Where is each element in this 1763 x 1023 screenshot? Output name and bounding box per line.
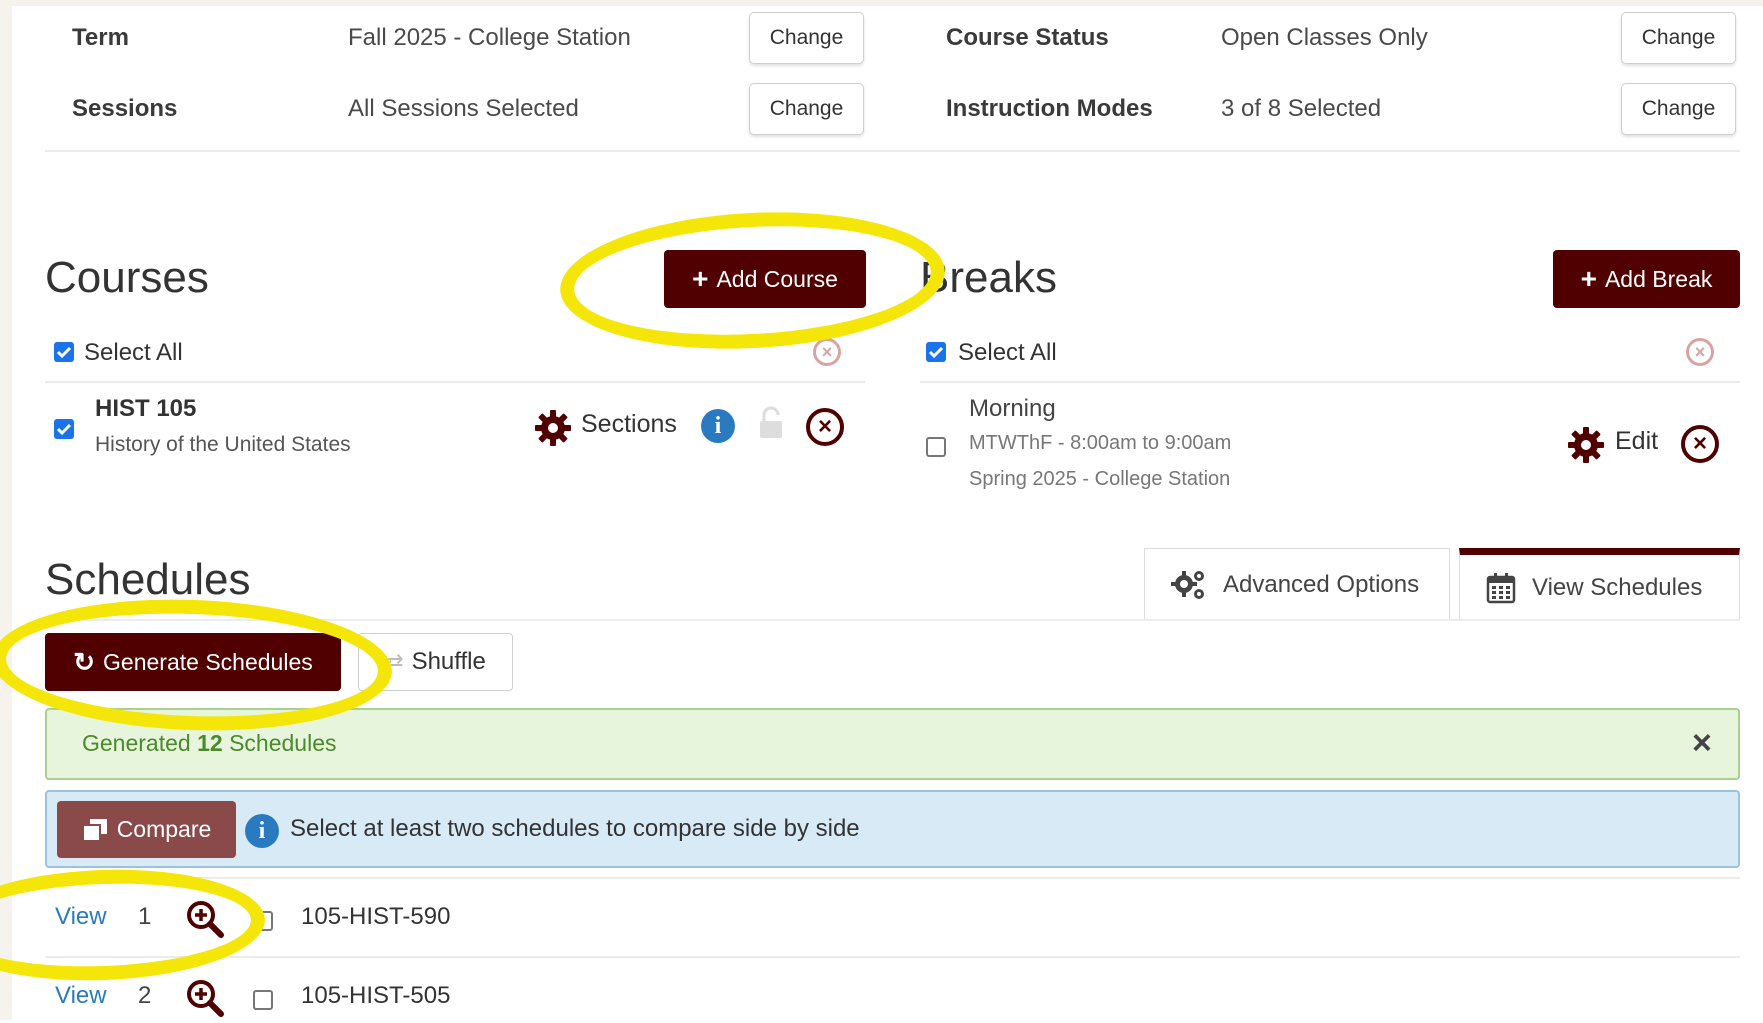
schedule-compare-checkbox[interactable] bbox=[253, 911, 273, 931]
breaks-select-all-checkbox[interactable] bbox=[926, 342, 946, 362]
compare-button[interactable]: Compare bbox=[57, 801, 236, 858]
tab-advanced-options[interactable]: Advanced Options bbox=[1144, 548, 1450, 620]
info-icon[interactable]: i bbox=[701, 409, 735, 443]
schedule-compare-checkbox[interactable] bbox=[253, 990, 273, 1010]
courses-select-all-checkbox[interactable] bbox=[54, 342, 74, 362]
gears-icon bbox=[1171, 569, 1207, 601]
close-alert-icon[interactable]: × bbox=[1692, 724, 1712, 763]
course-code: HIST 105 bbox=[95, 395, 197, 422]
breaks-title: Breaks bbox=[920, 253, 1057, 302]
success-alert: Generated 12 Schedules × bbox=[45, 708, 1740, 780]
add-break-button[interactable]: + Add Break bbox=[1553, 250, 1740, 308]
calendar-icon bbox=[1486, 572, 1516, 604]
course-status-label: Course Status bbox=[946, 24, 1109, 51]
term-value: Fall 2025 - College Station bbox=[348, 24, 631, 51]
generate-schedules-button[interactable]: ↻ Generate Schedules bbox=[45, 633, 341, 691]
break-time: MTWThF - 8:00am to 9:00am bbox=[969, 432, 1232, 454]
generate-schedules-label: Generate Schedules bbox=[103, 648, 313, 675]
course-status-value: Open Classes Only bbox=[1221, 24, 1428, 51]
change-course-status-button[interactable]: Change bbox=[1621, 12, 1736, 64]
schedule-number: 1 bbox=[138, 903, 152, 930]
highlight-view-row bbox=[0, 864, 267, 986]
page-frame-top bbox=[0, 0, 1763, 6]
term-label: Term bbox=[72, 24, 129, 51]
courses-select-all-label: Select All bbox=[84, 339, 183, 366]
change-sessions-button[interactable]: Change bbox=[749, 83, 864, 135]
plus-icon: + bbox=[692, 263, 709, 294]
gear-icon[interactable] bbox=[533, 408, 573, 448]
zoom-in-icon[interactable] bbox=[185, 978, 225, 1018]
schedule-name: 105-HIST-505 bbox=[301, 982, 451, 1009]
row-divider bbox=[45, 956, 1740, 958]
break-checkbox[interactable] bbox=[926, 437, 946, 457]
shuffle-button[interactable]: ⇄ Shuffle bbox=[358, 633, 513, 691]
shuffle-label: Shuffle bbox=[411, 648, 486, 675]
course-checkbox[interactable] bbox=[54, 419, 74, 439]
tabs-divider bbox=[45, 619, 1740, 621]
compare-info-bar: Compare i Select at least two schedules … bbox=[45, 790, 1740, 868]
break-term: Spring 2025 - College Station bbox=[969, 468, 1231, 490]
shuffle-icon: ⇄ bbox=[385, 649, 404, 674]
tab-advanced-options-label: Advanced Options bbox=[1223, 570, 1420, 598]
edit-break-button[interactable]: Edit bbox=[1615, 427, 1658, 456]
refresh-icon: ↻ bbox=[73, 646, 96, 677]
sessions-label: Sessions bbox=[72, 95, 178, 122]
add-course-label: Add Course bbox=[716, 265, 838, 292]
sessions-value: All Sessions Selected bbox=[348, 95, 579, 122]
schedule-number: 2 bbox=[138, 982, 152, 1009]
gear-icon[interactable] bbox=[1566, 425, 1606, 465]
view-schedule-link[interactable]: View bbox=[55, 903, 107, 931]
remove-course-icon[interactable]: × bbox=[806, 408, 844, 446]
schedules-title: Schedules bbox=[45, 555, 251, 604]
change-term-button[interactable]: Change bbox=[749, 12, 864, 64]
courses-divider bbox=[45, 381, 865, 383]
sections-button[interactable]: Sections bbox=[581, 410, 677, 439]
compare-hint: Select at least two schedules to compare… bbox=[290, 815, 860, 842]
rows-top-divider bbox=[45, 877, 1740, 879]
page-frame-left bbox=[0, 0, 12, 1020]
plus-icon: + bbox=[1580, 263, 1597, 294]
zoom-in-icon[interactable] bbox=[185, 899, 225, 939]
remove-all-courses-icon[interactable]: × bbox=[813, 338, 841, 366]
success-prefix: Generated bbox=[82, 730, 198, 756]
compare-label: Compare bbox=[116, 816, 212, 842]
copy-icon bbox=[81, 818, 108, 842]
unlock-icon[interactable] bbox=[757, 406, 785, 440]
break-name: Morning bbox=[969, 395, 1056, 422]
add-course-button[interactable]: + Add Course bbox=[664, 250, 866, 308]
tab-view-schedules[interactable]: View Schedules bbox=[1459, 548, 1740, 620]
instruction-modes-value: 3 of 8 Selected bbox=[1221, 95, 1382, 122]
change-instruction-modes-button[interactable]: Change bbox=[1621, 83, 1736, 135]
success-message: Generated 12 Schedules bbox=[82, 730, 337, 757]
breaks-divider bbox=[920, 381, 1740, 383]
filters-divider bbox=[45, 150, 1740, 152]
info-icon: i bbox=[245, 814, 279, 848]
schedule-name: 105-HIST-590 bbox=[301, 903, 451, 930]
instruction-modes-label: Instruction Modes bbox=[946, 95, 1153, 122]
course-name: History of the United States bbox=[95, 433, 351, 456]
courses-title: Courses bbox=[45, 253, 209, 302]
tab-view-schedules-label: View Schedules bbox=[1532, 573, 1703, 601]
remove-break-icon[interactable]: × bbox=[1681, 425, 1719, 463]
add-break-label: Add Break bbox=[1604, 265, 1713, 292]
breaks-select-all-label: Select All bbox=[958, 339, 1057, 366]
success-suffix: Schedules bbox=[222, 730, 337, 756]
remove-all-breaks-icon[interactable]: × bbox=[1686, 338, 1714, 366]
view-schedule-link[interactable]: View bbox=[55, 982, 107, 1010]
success-count: 12 bbox=[197, 730, 223, 756]
